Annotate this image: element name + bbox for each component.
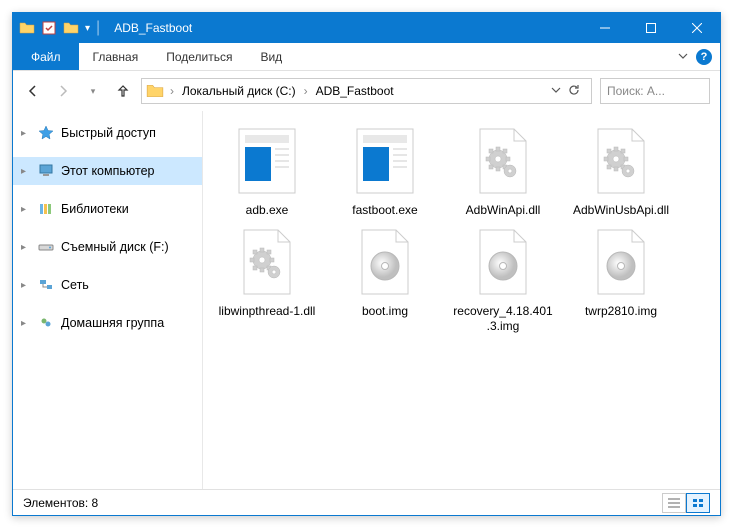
- sidebar-item-this-pc[interactable]: ▸ Этот компьютер: [13, 157, 202, 185]
- file-icon: [586, 125, 656, 197]
- chevron-right-icon[interactable]: ›: [168, 84, 176, 98]
- maximize-button[interactable]: [628, 13, 674, 43]
- explorer-window: ▾ | ADB_Fastboot Файл Главная Поделиться…: [12, 12, 721, 516]
- address-bar-row: ▾ › Локальный диск (C:) › ADB_Fastboot П…: [13, 71, 720, 111]
- libraries-icon: [37, 200, 55, 218]
- file-icon: [232, 226, 302, 298]
- file-icon: [468, 226, 538, 298]
- sidebar-label: Сеть: [61, 278, 89, 292]
- file-label: boot.img: [362, 304, 408, 319]
- qat-dropdown-icon[interactable]: ▾: [85, 23, 90, 34]
- sidebar-label: Этот компьютер: [61, 164, 154, 178]
- statusbar: Элементов: 8: [13, 489, 720, 515]
- star-icon: [37, 124, 55, 142]
- navigation-pane: ▸ Быстрый доступ ▸ Этот компьютер ▸ Библ…: [13, 111, 203, 489]
- tab-home[interactable]: Главная: [79, 43, 153, 70]
- item-count: Элементов: 8: [23, 496, 98, 510]
- file-item[interactable]: AdbWinApi.dll: [453, 125, 553, 218]
- file-icon: [350, 226, 420, 298]
- folder-open-icon[interactable]: [63, 20, 79, 36]
- tab-share[interactable]: Поделиться: [152, 43, 246, 70]
- folder-icon: [146, 82, 164, 100]
- sidebar-item-removable[interactable]: ▸ Съемный диск (F:): [13, 233, 202, 261]
- file-item[interactable]: adb.exe: [217, 125, 317, 218]
- ribbon-expand-icon[interactable]: [678, 48, 688, 66]
- chevron-right-icon[interactable]: ›: [302, 84, 310, 98]
- window-title: ADB_Fastboot: [106, 21, 192, 35]
- homegroup-icon: [37, 314, 55, 332]
- sidebar-label: Съемный диск (F:): [61, 240, 169, 254]
- details-view-button[interactable]: [662, 493, 686, 513]
- file-label: twrp2810.img: [585, 304, 657, 319]
- file-grid[interactable]: adb.exe fastboot.exe AdbWinApi.dll AdbWinUs…: [203, 111, 720, 489]
- breadcrumb-dropdown-icon[interactable]: [551, 84, 561, 98]
- file-label: AdbWinUsbApi.dll: [573, 203, 669, 218]
- file-item[interactable]: AdbWinUsbApi.dll: [571, 125, 671, 218]
- file-label: AdbWinApi.dll: [466, 203, 541, 218]
- view-toggle: [662, 493, 710, 513]
- help-icon[interactable]: ?: [696, 49, 712, 65]
- icons-view-button[interactable]: [686, 493, 710, 513]
- file-item[interactable]: libwinpthread-1.dll: [217, 226, 317, 334]
- network-icon: [37, 276, 55, 294]
- file-item[interactable]: recovery_4.18.401.3.img: [453, 226, 553, 334]
- drive-icon: [37, 238, 55, 256]
- close-button[interactable]: [674, 13, 720, 43]
- file-icon: [468, 125, 538, 197]
- file-item[interactable]: boot.img: [335, 226, 435, 334]
- sidebar-item-libraries[interactable]: ▸ Библиотеки: [13, 195, 202, 223]
- breadcrumb[interactable]: › Локальный диск (C:) › ADB_Fastboot: [141, 78, 592, 104]
- chevron-right-icon[interactable]: ▸: [21, 128, 31, 139]
- forward-button[interactable]: [53, 81, 73, 101]
- chevron-right-icon[interactable]: ▸: [21, 242, 31, 253]
- file-icon: [350, 125, 420, 197]
- file-label: fastboot.exe: [352, 203, 417, 218]
- chevron-right-icon[interactable]: ▸: [21, 280, 31, 291]
- sidebar-item-quick-access[interactable]: ▸ Быстрый доступ: [13, 119, 202, 147]
- sidebar-label: Домашняя группа: [61, 316, 164, 330]
- file-item[interactable]: fastboot.exe: [335, 125, 435, 218]
- file-item[interactable]: twrp2810.img: [571, 226, 671, 334]
- folder-icon: [19, 20, 35, 36]
- file-label: recovery_4.18.401.3.img: [453, 304, 553, 334]
- window-controls: [582, 13, 720, 43]
- quick-access-toolbar: ▾ |: [13, 19, 106, 37]
- ribbon: Файл Главная Поделиться Вид ?: [13, 43, 720, 71]
- chevron-right-icon[interactable]: ▸: [21, 204, 31, 215]
- search-input[interactable]: Поиск: A...: [600, 78, 710, 104]
- minimize-button[interactable]: [582, 13, 628, 43]
- back-button[interactable]: [23, 81, 43, 101]
- up-button[interactable]: [113, 81, 133, 101]
- breadcrumb-disk[interactable]: Локальный диск (C:): [178, 82, 300, 100]
- qat-separator: |: [96, 19, 100, 37]
- properties-icon[interactable]: [41, 20, 57, 36]
- tab-view[interactable]: Вид: [246, 43, 296, 70]
- sidebar-item-homegroup[interactable]: ▸ Домашняя группа: [13, 309, 202, 337]
- file-label: libwinpthread-1.dll: [219, 304, 316, 319]
- recent-dropdown-icon[interactable]: ▾: [83, 81, 103, 101]
- search-placeholder: Поиск: A...: [607, 84, 665, 98]
- sidebar-item-network[interactable]: ▸ Сеть: [13, 271, 202, 299]
- sidebar-label: Библиотеки: [61, 202, 129, 216]
- sidebar-label: Быстрый доступ: [61, 126, 156, 140]
- file-icon: [586, 226, 656, 298]
- computer-icon: [37, 162, 55, 180]
- file-label: adb.exe: [246, 203, 289, 218]
- chevron-right-icon[interactable]: ▸: [21, 166, 31, 177]
- file-icon: [232, 125, 302, 197]
- titlebar: ▾ | ADB_Fastboot: [13, 13, 720, 43]
- refresh-icon[interactable]: [567, 83, 581, 100]
- tab-file[interactable]: Файл: [13, 43, 79, 70]
- chevron-right-icon[interactable]: ▸: [21, 318, 31, 329]
- breadcrumb-folder[interactable]: ADB_Fastboot: [312, 82, 398, 100]
